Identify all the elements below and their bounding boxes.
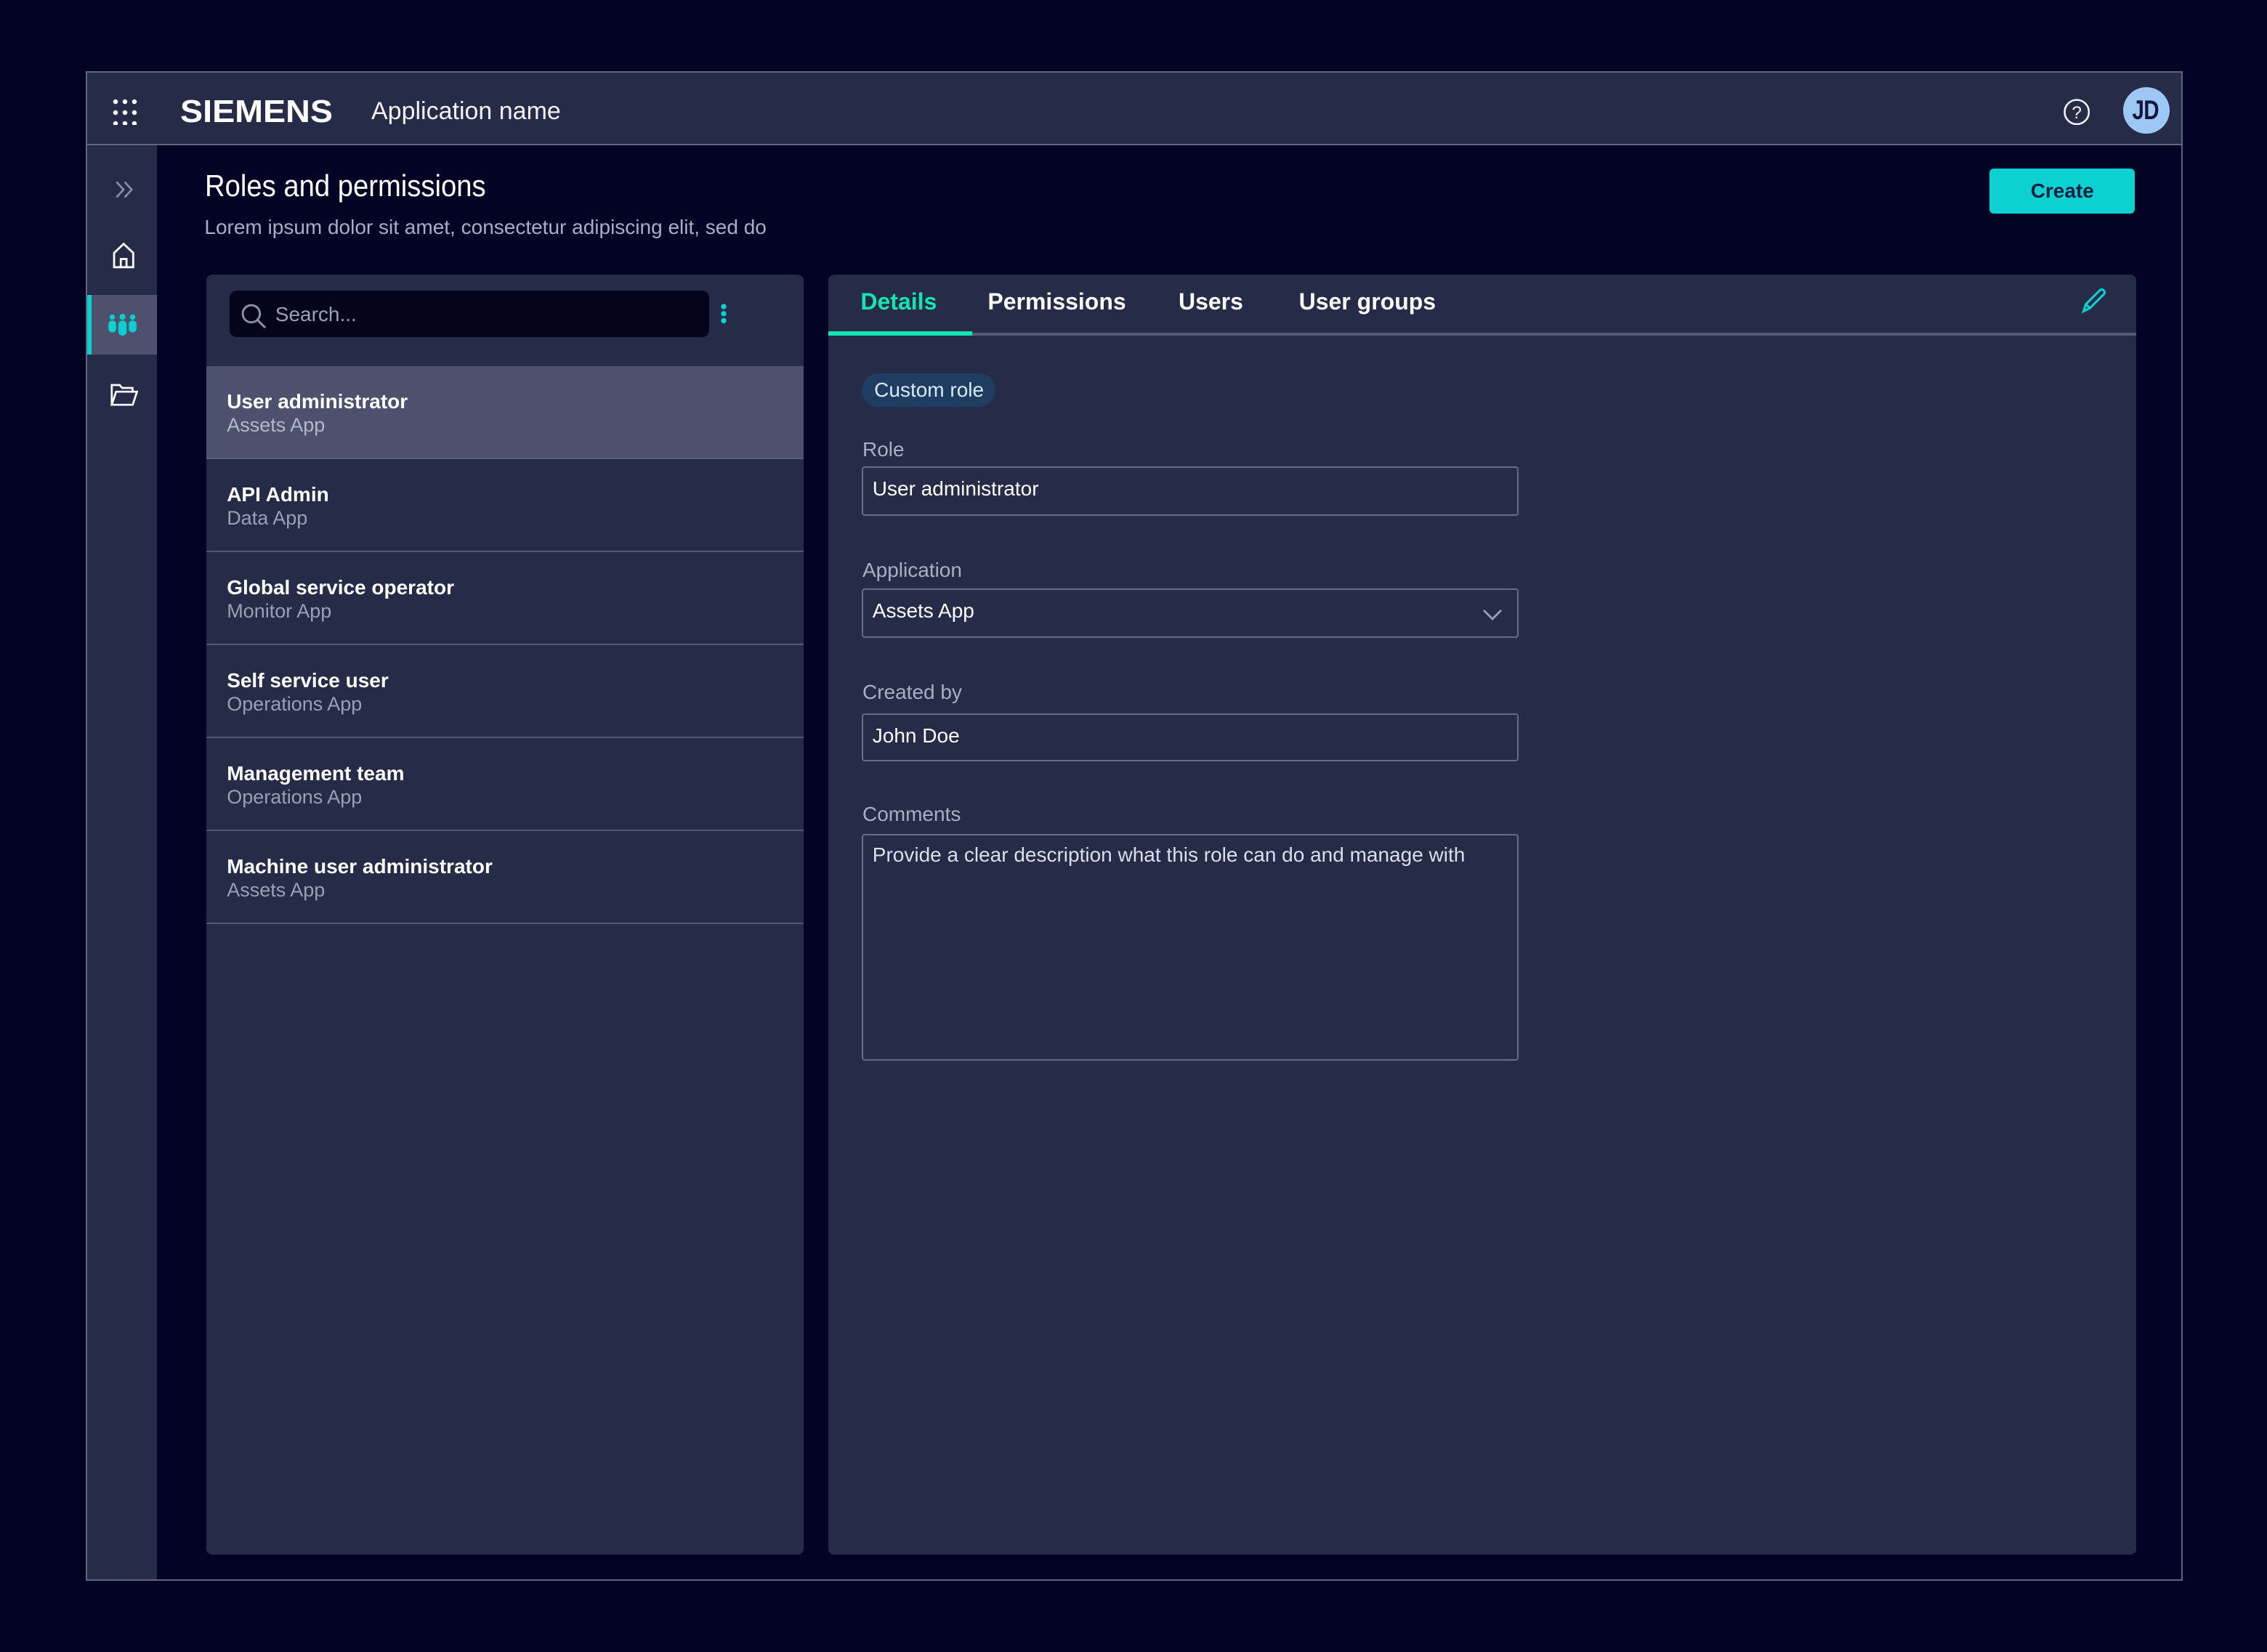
svg-text:?: ? bbox=[2072, 102, 2082, 122]
